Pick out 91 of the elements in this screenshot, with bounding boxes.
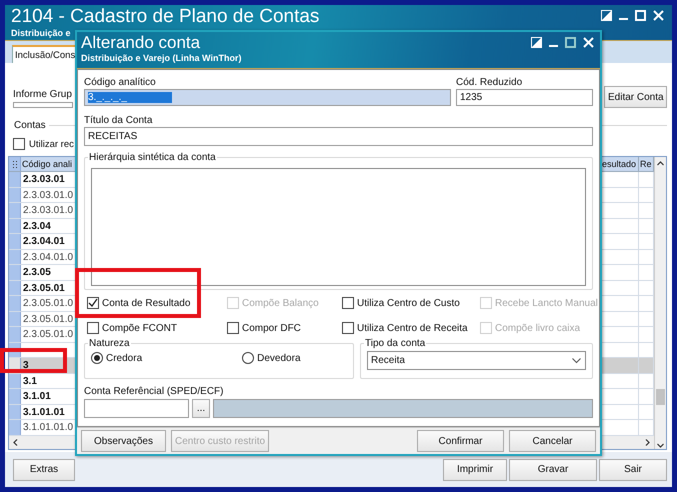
table-cell-text: 3.1.01.01.0 <box>22 421 74 434</box>
dialog-button[interactable]: Confirmar <box>417 430 504 452</box>
vertical-scrollbar[interactable] <box>654 157 666 449</box>
row-indicator <box>9 280 21 295</box>
checkbox-label: Utiliza Centro de Receita <box>357 322 468 334</box>
dialog-title: Alterando conta <box>81 34 202 53</box>
dialog-button[interactable]: Observações <box>81 430 166 452</box>
checkbox[interactable] <box>342 297 354 309</box>
table-cell-text: 3.1.01.01 <box>22 406 65 419</box>
checkbox-label: Compõe Balanço <box>242 298 319 308</box>
input-field[interactable]: 3._._._._ <box>84 89 451 106</box>
field-label: Informe Grup <box>13 89 73 100</box>
row-indicator <box>9 250 21 264</box>
scrollbar-thumb[interactable] <box>656 389 665 405</box>
row-indicator <box>9 420 21 434</box>
scroll-down-icon[interactable] <box>657 442 664 449</box>
radio-button[interactable] <box>91 352 103 364</box>
table-cell-text: 3.1.01 <box>22 390 51 404</box>
row-indicator <box>9 203 21 218</box>
checkbox[interactable] <box>342 322 354 334</box>
column-menu-icon[interactable] <box>12 160 18 168</box>
radio-label: Devedora <box>257 352 300 364</box>
window-title: 2104 - Cadastro de Plano de Contas <box>11 7 320 28</box>
table-cell-text: 2.3.04 <box>22 220 51 233</box>
action-button[interactable]: Sair <box>599 458 667 480</box>
close-icon[interactable] <box>583 37 594 48</box>
action-button[interactable]: Imprimir <box>443 458 507 480</box>
scroll-right-icon[interactable] <box>644 438 651 446</box>
field-label: Título da Conta <box>84 115 154 126</box>
group-label: Hierárquia sintética da conta <box>88 152 217 163</box>
input-field[interactable]: RECEITAS <box>84 127 593 146</box>
checkbox[interactable] <box>87 322 99 334</box>
checkbox-label: Recebe Lancto Manual <box>495 298 598 308</box>
group-label: Contas <box>14 120 46 131</box>
checkbox[interactable] <box>227 322 239 334</box>
field-label: Conta Referêncial (SPED/ECF) <box>84 386 224 397</box>
table-cell-text: 2.3.03.01.0 <box>22 204 74 218</box>
input-field[interactable] <box>13 102 73 108</box>
table-cell-text: 2.3.04.01.0 <box>22 250 74 264</box>
table-cell-text: 2.3.03.01 <box>22 173 65 186</box>
table-cell-text: 3.1 <box>22 374 37 388</box>
table-cell-text: 2.3.05.01.0 <box>22 328 74 342</box>
checkbox[interactable] <box>13 138 25 150</box>
row-indicator <box>9 389 21 404</box>
table-cell-text: 2.3.05.01.0 <box>22 297 74 310</box>
checkbox-label: Compor DFC <box>242 322 301 334</box>
table-cell-text: 2.3.03.01.0 <box>22 188 74 202</box>
dock-icon[interactable] <box>601 10 612 21</box>
row-indicator <box>9 265 21 280</box>
text-area[interactable] <box>91 168 586 286</box>
input-field[interactable] <box>84 399 189 418</box>
table-cell-text: 2.3.05.01.0 <box>22 312 74 326</box>
checkbox-label: Compõe FCONT <box>102 322 178 334</box>
action-button[interactable]: Extras <box>13 458 75 480</box>
dialog-button[interactable]: Cancelar <box>509 430 596 452</box>
row-indicator <box>9 188 21 202</box>
row-indicator <box>9 312 21 326</box>
scroll-up-icon[interactable] <box>657 160 664 167</box>
table-cell-text: 3 <box>22 359 29 372</box>
field-label: Código analítico <box>84 77 157 88</box>
checkbox-label: Utilizar rec <box>29 138 74 150</box>
checkbox-label: Compõe livro caixa <box>495 322 580 334</box>
table-cell-text: 2.3.05 <box>22 266 51 280</box>
field-label: Cód. Reduzido <box>456 77 524 88</box>
checkbox[interactable] <box>87 297 99 309</box>
row-indicator <box>9 404 21 419</box>
table-cell-text: 2.3.04.01 <box>22 235 65 248</box>
dock-icon[interactable] <box>531 37 542 48</box>
input-field[interactable]: 1235 <box>456 89 593 106</box>
row-indicator <box>9 234 21 248</box>
close-icon[interactable] <box>653 10 664 21</box>
scroll-left-icon[interactable] <box>12 438 19 446</box>
action-button[interactable]: Gravar <box>509 458 597 480</box>
dialog-subtitle: Distribuição e Varejo (Linha WinThor) <box>81 52 242 63</box>
chevron-down-icon <box>572 358 581 364</box>
checkbox-label: Conta de Resultado <box>102 298 190 308</box>
row-indicator <box>9 218 21 233</box>
browse-button[interactable]: ... <box>192 399 210 418</box>
radio-button[interactable] <box>242 352 254 364</box>
row-indicator <box>9 374 21 388</box>
window-subtitle: Distribuição e <box>11 28 72 38</box>
edit-button[interactable]: Editar Conta <box>604 86 667 108</box>
group-label: Natureza <box>88 338 131 349</box>
radio-label: Credora <box>106 352 142 364</box>
table-cell-text: 2.3.05.01 <box>22 282 65 295</box>
group-label: Tipo da conta <box>364 338 426 349</box>
maximize-icon[interactable] <box>565 37 576 48</box>
checkbox-label: Utiliza Centro de Custo <box>357 298 460 308</box>
row-indicator <box>9 327 21 342</box>
row-indicator <box>9 296 21 310</box>
dropdown[interactable]: Receita <box>367 351 586 370</box>
